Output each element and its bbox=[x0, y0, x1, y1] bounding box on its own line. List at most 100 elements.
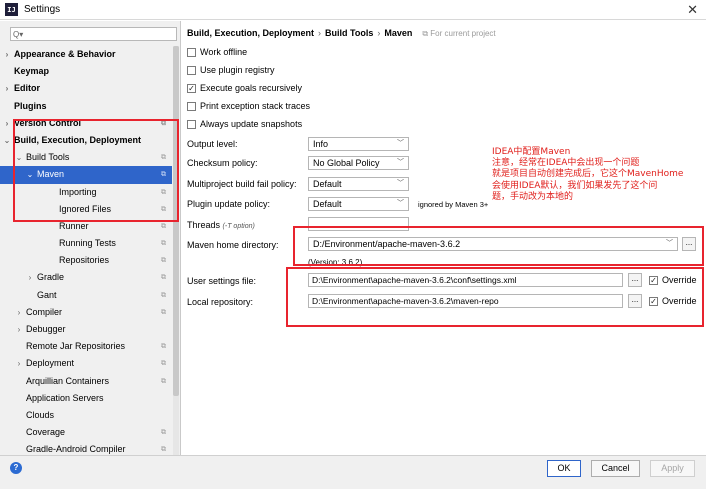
checksum-policy-label: Checksum policy: bbox=[187, 158, 258, 168]
for-current-project-note: ⧉ For current project bbox=[422, 29, 496, 38]
settings-search[interactable]: Q▾ bbox=[10, 27, 177, 41]
sidebar-item-label: Deployment bbox=[26, 358, 75, 369]
sidebar-item-arquillian-containers[interactable]: Arquillian Containers ⧉ bbox=[0, 373, 172, 390]
sidebar-scrollbar[interactable] bbox=[173, 46, 179, 456]
sidebar-item-coverage[interactable]: Coverage ⧉ bbox=[0, 424, 172, 441]
window-title: Settings bbox=[24, 4, 61, 15]
local-repository-label: Local repository: bbox=[187, 297, 254, 307]
chevron-down-icon: ﹀ bbox=[397, 200, 404, 207]
breadcrumb: Build, Execution, Deployment › Build Tools… bbox=[187, 28, 496, 39]
execute-goals-recursively-checkbox[interactable]: ✓ Execute goals recursively bbox=[187, 81, 302, 95]
apply-button[interactable]: Apply bbox=[650, 460, 695, 477]
output-level-label: Output level: bbox=[187, 139, 238, 149]
multiproject-fail-policy-select[interactable]: Default ﹀ bbox=[308, 177, 409, 191]
project-config-icon: ⧉ bbox=[161, 274, 166, 282]
cancel-button[interactable]: Cancel bbox=[591, 460, 640, 477]
breadcrumb-maven: Maven bbox=[384, 28, 413, 38]
settings-repo-highlight-box bbox=[286, 267, 704, 327]
sidebar-item-gant[interactable]: Gant ⧉ bbox=[0, 287, 172, 304]
chevron-down-icon: ﹀ bbox=[397, 140, 404, 147]
sidebar-item-debugger[interactable]: › Debugger bbox=[0, 321, 172, 338]
sidebar-item-label: Gradle bbox=[37, 272, 65, 283]
print-exception-stack-traces-checkbox[interactable]: Print exception stack traces bbox=[187, 99, 310, 113]
checkbox-box[interactable] bbox=[187, 65, 196, 75]
chevron-right-icon[interactable]: › bbox=[15, 355, 23, 372]
sidebar-item-label: Gant bbox=[37, 289, 57, 300]
user-settings-file-label: User settings file: bbox=[187, 276, 257, 286]
checkbox-box[interactable] bbox=[187, 119, 196, 129]
checkbox-label: Execute goals recursively bbox=[200, 83, 303, 93]
checkbox-label: Work offline bbox=[200, 47, 248, 57]
project-config-icon: ⧉ bbox=[161, 360, 166, 368]
chevron-right-icon[interactable]: › bbox=[15, 304, 23, 321]
ignored-by-maven-note: ignored by Maven 3+ bbox=[418, 200, 489, 209]
sidebar-highlight-box bbox=[13, 119, 179, 222]
output-level-select[interactable]: Info ﹀ bbox=[308, 137, 409, 151]
chevron-right-icon[interactable]: › bbox=[26, 269, 34, 286]
intellij-app-icon: IJ bbox=[5, 3, 18, 16]
work-offline-checkbox[interactable]: Work offline bbox=[187, 45, 247, 59]
checkbox-label: Always update snapshots bbox=[200, 119, 303, 129]
select-value: No Global Policy bbox=[313, 158, 380, 168]
annotation-note: IDEA中配置Maven 注意，经常在IDEA中会出现一个问题 就是项目自动创建… bbox=[492, 147, 683, 203]
title-bar: IJ Settings ✕ bbox=[0, 0, 706, 20]
chevron-right-icon[interactable]: › bbox=[3, 80, 11, 97]
sidebar-item-clouds[interactable]: Clouds bbox=[0, 407, 172, 424]
sidebar-item-editor[interactable]: › Editor bbox=[0, 80, 172, 97]
sidebar-item-label: Running Tests bbox=[59, 238, 116, 249]
sidebar-item-label: Keymap bbox=[14, 66, 50, 77]
sidebar-item-compiler[interactable]: › Compiler ⧉ bbox=[0, 304, 172, 321]
project-config-icon: ⧉ bbox=[161, 308, 166, 316]
checksum-policy-select[interactable]: No Global Policy ﹀ bbox=[308, 156, 409, 170]
chevron-down-icon[interactable]: ⌄ bbox=[3, 132, 11, 149]
checkbox-box[interactable] bbox=[187, 101, 196, 111]
project-config-icon: ⧉ bbox=[161, 291, 166, 299]
settings-search-input[interactable] bbox=[23, 29, 164, 39]
sidebar-item-label: Compiler bbox=[26, 306, 63, 317]
sidebar-item-running-tests[interactable]: Running Tests ⧉ bbox=[0, 235, 172, 252]
sidebar-item-label: Arquillian Containers bbox=[26, 375, 110, 386]
sidebar-item-gradle[interactable]: › Gradle ⧉ bbox=[0, 269, 172, 286]
breadcrumb-build-tools: Build Tools bbox=[325, 28, 374, 38]
checkbox-box[interactable] bbox=[187, 47, 196, 57]
select-value: Default bbox=[313, 199, 342, 209]
chevron-right-icon[interactable]: › bbox=[15, 321, 23, 338]
annotation-line: 会使用IDEA默认，我们如果发先了这个问 bbox=[492, 180, 658, 191]
sidebar-item-appearance-behavior[interactable]: › Appearance & Behavior bbox=[0, 46, 172, 63]
checkbox-label: Print exception stack traces bbox=[200, 101, 311, 111]
sidebar-item-keymap[interactable]: Keymap bbox=[0, 63, 172, 80]
sidebar-item-label: Plugins bbox=[14, 100, 47, 111]
use-plugin-registry-checkbox[interactable]: Use plugin registry bbox=[187, 63, 275, 77]
breadcrumb-build-execution: Build, Execution, Deployment bbox=[187, 28, 315, 38]
chevron-right-icon[interactable]: › bbox=[3, 46, 11, 63]
annotation-line: 题，手动改为本地的 bbox=[492, 191, 574, 202]
plugin-update-policy-select[interactable]: Default ﹀ bbox=[308, 197, 409, 211]
project-config-icon: ⧉ bbox=[161, 429, 166, 437]
annotation-line: 就是项目自动创建完成后，它这个MavenHome bbox=[492, 169, 684, 180]
always-update-snapshots-checkbox[interactable]: Always update snapshots bbox=[187, 117, 302, 131]
settings-sidebar: Q▾ › Appearance & Behavior Keymap › Editor Pl… bbox=[0, 21, 181, 456]
sidebar-item-label: Remote Jar Repositories bbox=[26, 341, 126, 352]
ok-button[interactable]: OK bbox=[547, 460, 581, 477]
project-config-icon: ⧉ bbox=[161, 240, 166, 248]
checkbox-box[interactable]: ✓ bbox=[187, 83, 196, 93]
sidebar-item-application-servers[interactable]: Application Servers bbox=[0, 390, 172, 407]
maven-home-highlight-box bbox=[293, 226, 704, 266]
maven-settings-panel: Build, Execution, Deployment › Build Tools… bbox=[182, 21, 706, 455]
search-icon: Q▾ bbox=[13, 29, 24, 39]
sidebar-item-repositories[interactable]: Repositories ⧉ bbox=[0, 252, 172, 269]
annotation-line: IDEA中配置Maven bbox=[492, 147, 571, 157]
annotation-line: 注意，经常在IDEA中会出现一个问题 bbox=[492, 158, 640, 169]
threads-label: Threads (-T option) bbox=[187, 220, 255, 230]
help-icon[interactable]: ? bbox=[10, 462, 22, 474]
sidebar-item-deployment[interactable]: › Deployment ⧉ bbox=[0, 355, 172, 372]
project-config-icon: ⧉ bbox=[161, 343, 166, 351]
sidebar-item-plugins[interactable]: Plugins bbox=[0, 98, 172, 115]
close-icon[interactable]: ✕ bbox=[687, 2, 698, 18]
chevron-right-icon[interactable]: › bbox=[3, 115, 11, 132]
breadcrumb-separator: › bbox=[377, 28, 381, 38]
sidebar-item-label: Coverage bbox=[26, 427, 66, 438]
sidebar-item-label: Editor bbox=[14, 83, 40, 94]
project-config-icon: ⧉ bbox=[161, 257, 166, 265]
sidebar-item-remote-jar-repositories[interactable]: Remote Jar Repositories ⧉ bbox=[0, 338, 172, 355]
